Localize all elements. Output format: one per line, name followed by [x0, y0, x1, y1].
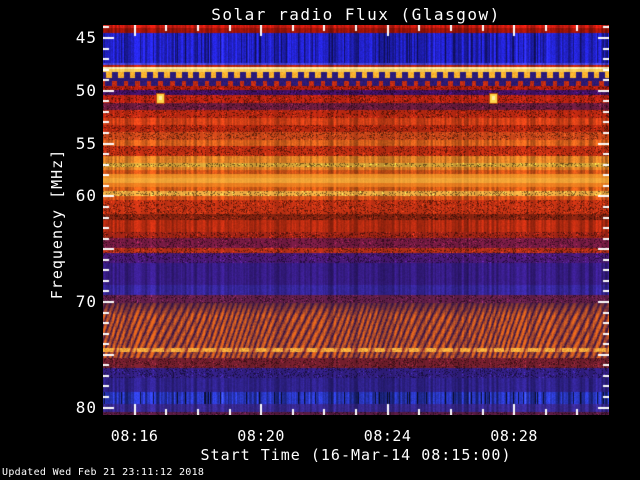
y-tick-label: 45	[75, 28, 97, 47]
y-axis-label: Frequency [MHz]	[48, 148, 66, 300]
y-tick-label: 80	[75, 398, 97, 417]
page-title: Solar radio Flux (Glasgow)	[211, 5, 501, 24]
update-timestamp: Updated Wed Feb 21 23:11:12 2018	[2, 467, 205, 478]
x-tick-label: 08:28	[490, 427, 538, 445]
spectrogram-heatmap	[103, 25, 609, 415]
spectrogram-window: Solar radio Flux (Glasgow) Frequency [MH…	[0, 0, 640, 480]
y-tick-label: 60	[75, 186, 97, 205]
x-tick-label: 08:24	[363, 427, 412, 445]
y-tick-label: 55	[75, 134, 97, 153]
y-tick-label: 70	[75, 292, 97, 311]
x-tick-label: 08:20	[237, 427, 285, 445]
x-tick-label: 08:16	[110, 427, 159, 445]
x-axis-label: Start Time (16-Mar-14 08:15:00)	[200, 446, 512, 464]
y-tick-label: 50	[75, 81, 97, 100]
